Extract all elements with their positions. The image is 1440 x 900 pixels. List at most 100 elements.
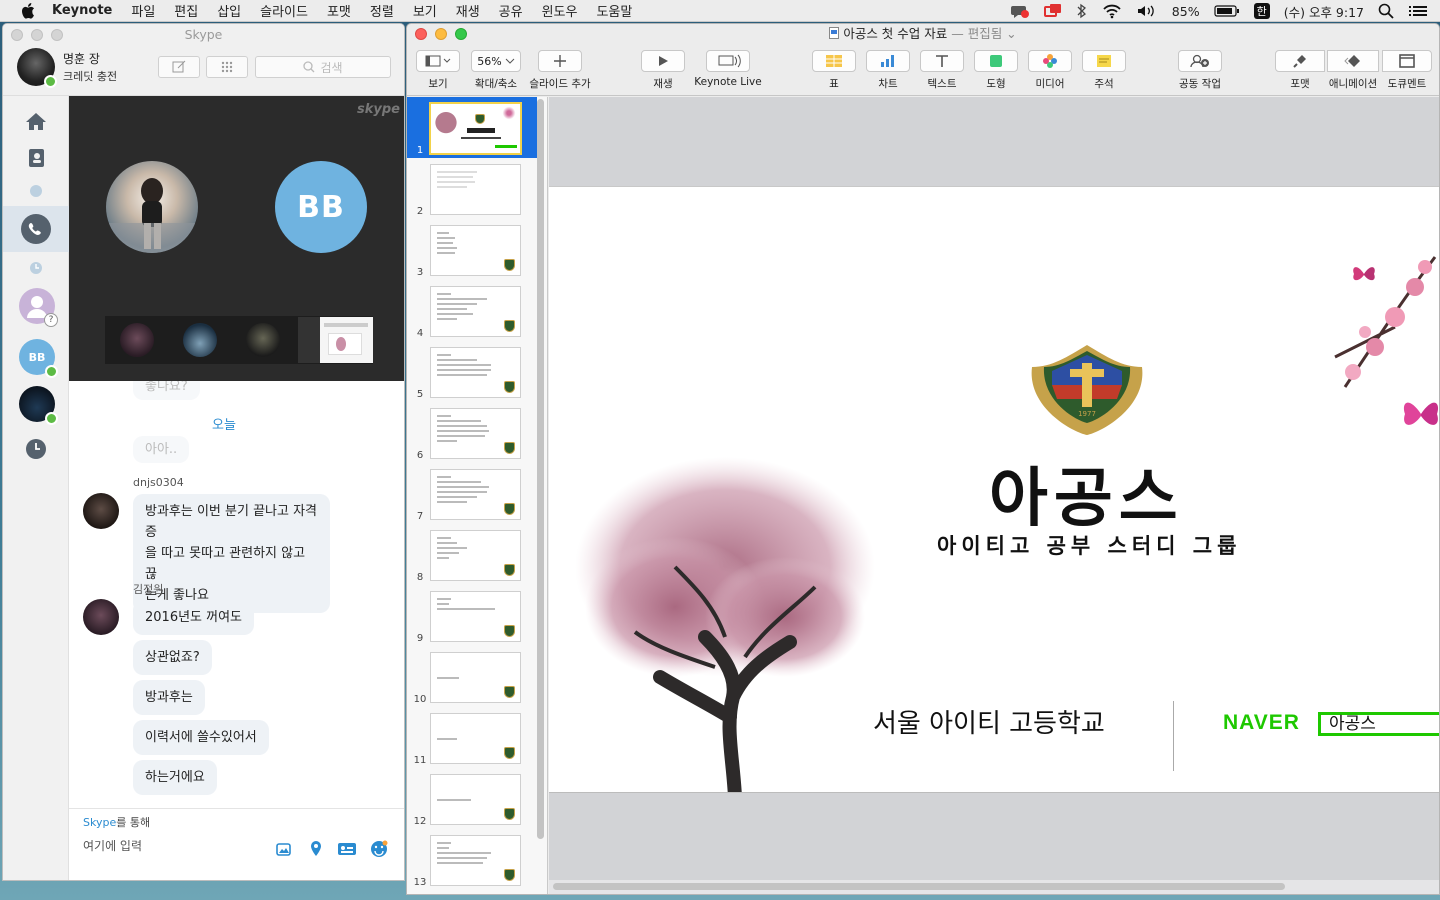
- nav-contacts-icon[interactable]: [21, 143, 51, 173]
- text-button[interactable]: 텍스트: [920, 50, 964, 91]
- sender-avatar-dnjs0304[interactable]: [83, 493, 119, 529]
- menu-file[interactable]: 파일: [131, 1, 155, 20]
- view-button[interactable]: 보기: [415, 50, 461, 91]
- menu-view[interactable]: 보기: [413, 1, 437, 20]
- participant-thumb-2[interactable]: [168, 316, 231, 364]
- skype-search-field[interactable]: 검색: [255, 56, 391, 78]
- menu-window[interactable]: 윈도우: [542, 1, 578, 20]
- my-display-name[interactable]: 명훈 장: [63, 50, 100, 67]
- screen-share-icon[interactable]: [1043, 3, 1062, 19]
- slide-thumbnail-row[interactable]: 3: [407, 219, 537, 280]
- slide-subtitle[interactable]: 아이티고 공부 스터디 그룹: [937, 530, 1241, 560]
- new-conversation-button[interactable]: [158, 56, 200, 78]
- send-contact-card-icon[interactable]: [337, 839, 357, 859]
- chart-button[interactable]: 차트: [866, 50, 910, 91]
- menu-insert[interactable]: 삽입: [217, 1, 241, 20]
- nav-history-icon[interactable]: [21, 434, 51, 464]
- nav-recent-icon[interactable]: [21, 253, 51, 283]
- slide-thumbnail-row[interactable]: 10: [407, 646, 537, 707]
- keynote-zoom-button[interactable]: [455, 28, 467, 40]
- comment-button[interactable]: 주석: [1082, 50, 1126, 91]
- skype-minimize-button[interactable]: [31, 29, 43, 41]
- apple-menu-icon[interactable]: [18, 2, 38, 19]
- call-participant-1-avatar[interactable]: [106, 161, 198, 253]
- play-button[interactable]: 재생: [641, 50, 685, 91]
- bluetooth-icon[interactable]: [1076, 3, 1088, 19]
- menu-app-keynote[interactable]: Keynote: [52, 3, 112, 18]
- document-edited-status[interactable]: — 편집됨 ⌄: [951, 26, 1016, 41]
- wifi-icon[interactable]: [1102, 3, 1122, 19]
- send-location-icon[interactable]: [306, 839, 326, 859]
- slide-thumbnail-row[interactable]: 1: [407, 97, 537, 158]
- slide-1[interactable]: 1977 아공스 아이티고 공부 스터디 그룹 서울 아이티 고등학교 NAVE…: [549, 186, 1439, 793]
- keynote-live-button[interactable]: Keynote Live: [691, 50, 765, 88]
- document-button[interactable]: 도큐멘트: [1381, 50, 1433, 91]
- format-button[interactable]: 포맷: [1275, 50, 1325, 91]
- slide-thumbnail-row[interactable]: 2: [407, 158, 537, 219]
- screen-share-thumb[interactable]: [298, 317, 373, 363]
- canvas-horizontal-scrollbar[interactable]: [553, 883, 1285, 890]
- search-icon: [303, 61, 315, 73]
- slide-thumbnail-row[interactable]: 12: [407, 768, 537, 829]
- my-avatar[interactable]: [17, 48, 57, 88]
- slide-title[interactable]: 아공스: [989, 447, 1184, 539]
- keynote-close-button[interactable]: [415, 28, 427, 40]
- message-input[interactable]: 여기에 입력: [83, 837, 142, 854]
- table-button[interactable]: 표: [812, 50, 856, 91]
- clock[interactable]: (수) 오후 9:17: [1284, 2, 1364, 21]
- dialpad-button[interactable]: [206, 56, 248, 78]
- menu-format[interactable]: 포맷: [327, 1, 351, 20]
- volume-icon[interactable]: [1136, 3, 1158, 19]
- send-via-label[interactable]: Skype를 통해: [83, 814, 150, 830]
- collaborate-button[interactable]: 공동 작업: [1173, 50, 1227, 91]
- notification-center-icon[interactable]: [1408, 3, 1428, 19]
- emoticon-icon[interactable]: [369, 839, 389, 859]
- zoom-button[interactable]: 56% 확대/축소: [470, 50, 522, 91]
- slide-thumbnail-row[interactable]: 6: [407, 402, 537, 463]
- keynote-minimize-button[interactable]: [435, 28, 447, 40]
- participant-thumb-1[interactable]: [105, 316, 168, 364]
- contact-unknown-avatar[interactable]: ?: [19, 288, 58, 327]
- menu-arrange[interactable]: 정렬: [370, 1, 394, 20]
- menu-help[interactable]: 도움말: [596, 1, 632, 20]
- skype-nav-rail: ? BB: [3, 96, 69, 880]
- slide-thumbnail-row[interactable]: 9: [407, 585, 537, 646]
- participant-thumb-3[interactable]: [231, 316, 294, 364]
- call-participant-2-avatar[interactable]: BB: [275, 161, 367, 253]
- animate-button[interactable]: 애니메이션: [1325, 50, 1381, 91]
- contact-bb-avatar[interactable]: BB: [19, 339, 58, 378]
- slide-thumbnail-row[interactable]: 4: [407, 280, 537, 341]
- contact-night-avatar[interactable]: [19, 386, 58, 425]
- menu-play[interactable]: 재생: [456, 1, 480, 20]
- nav-active-call-icon[interactable]: [21, 214, 51, 244]
- send-image-icon[interactable]: [274, 839, 294, 859]
- notification-app-icon[interactable]: [1010, 3, 1030, 19]
- media-button[interactable]: 미디어: [1028, 50, 1072, 91]
- slide-thumbnail-row[interactable]: 13: [407, 829, 537, 890]
- document-title-area[interactable]: 아공스 첫 수업 자료 — 편집됨 ⌄: [829, 26, 1017, 41]
- slide-thumbnail-row[interactable]: 7: [407, 463, 537, 524]
- menu-edit[interactable]: 편집: [174, 1, 198, 20]
- slide-number: 8: [416, 572, 424, 583]
- battery-percent: 85%: [1171, 3, 1200, 19]
- menu-slide[interactable]: 슬라이드: [260, 1, 308, 20]
- sender-avatar-kim[interactable]: [83, 599, 119, 635]
- shape-button[interactable]: 도형: [974, 50, 1018, 91]
- skype-zoom-button[interactable]: [51, 29, 63, 41]
- navigator-scrollbar[interactable]: [537, 99, 544, 839]
- slide-thumbnail-row[interactable]: 11: [407, 707, 537, 768]
- slide-school-name[interactable]: 서울 아이티 고등학교: [873, 703, 1105, 740]
- input-source[interactable]: 한: [1253, 3, 1270, 19]
- battery-icon[interactable]: [1213, 3, 1240, 19]
- naver-search-box: 아공스: [1318, 712, 1439, 736]
- slide-thumbnail-row[interactable]: 5: [407, 341, 537, 402]
- add-slide-button[interactable]: 슬라이드 추가: [527, 50, 593, 91]
- slide-thumbnail-row[interactable]: 8: [407, 524, 537, 585]
- spotlight-search-icon[interactable]: [1378, 3, 1394, 19]
- skype-close-button[interactable]: [11, 29, 23, 41]
- buy-credit-link[interactable]: 크레딧 충전: [63, 68, 117, 84]
- nav-call-history-small-icon[interactable]: [21, 176, 51, 206]
- menu-share[interactable]: 공유: [499, 1, 523, 20]
- nav-home-icon[interactable]: [21, 106, 51, 136]
- slide-thumbnail: [430, 530, 521, 581]
